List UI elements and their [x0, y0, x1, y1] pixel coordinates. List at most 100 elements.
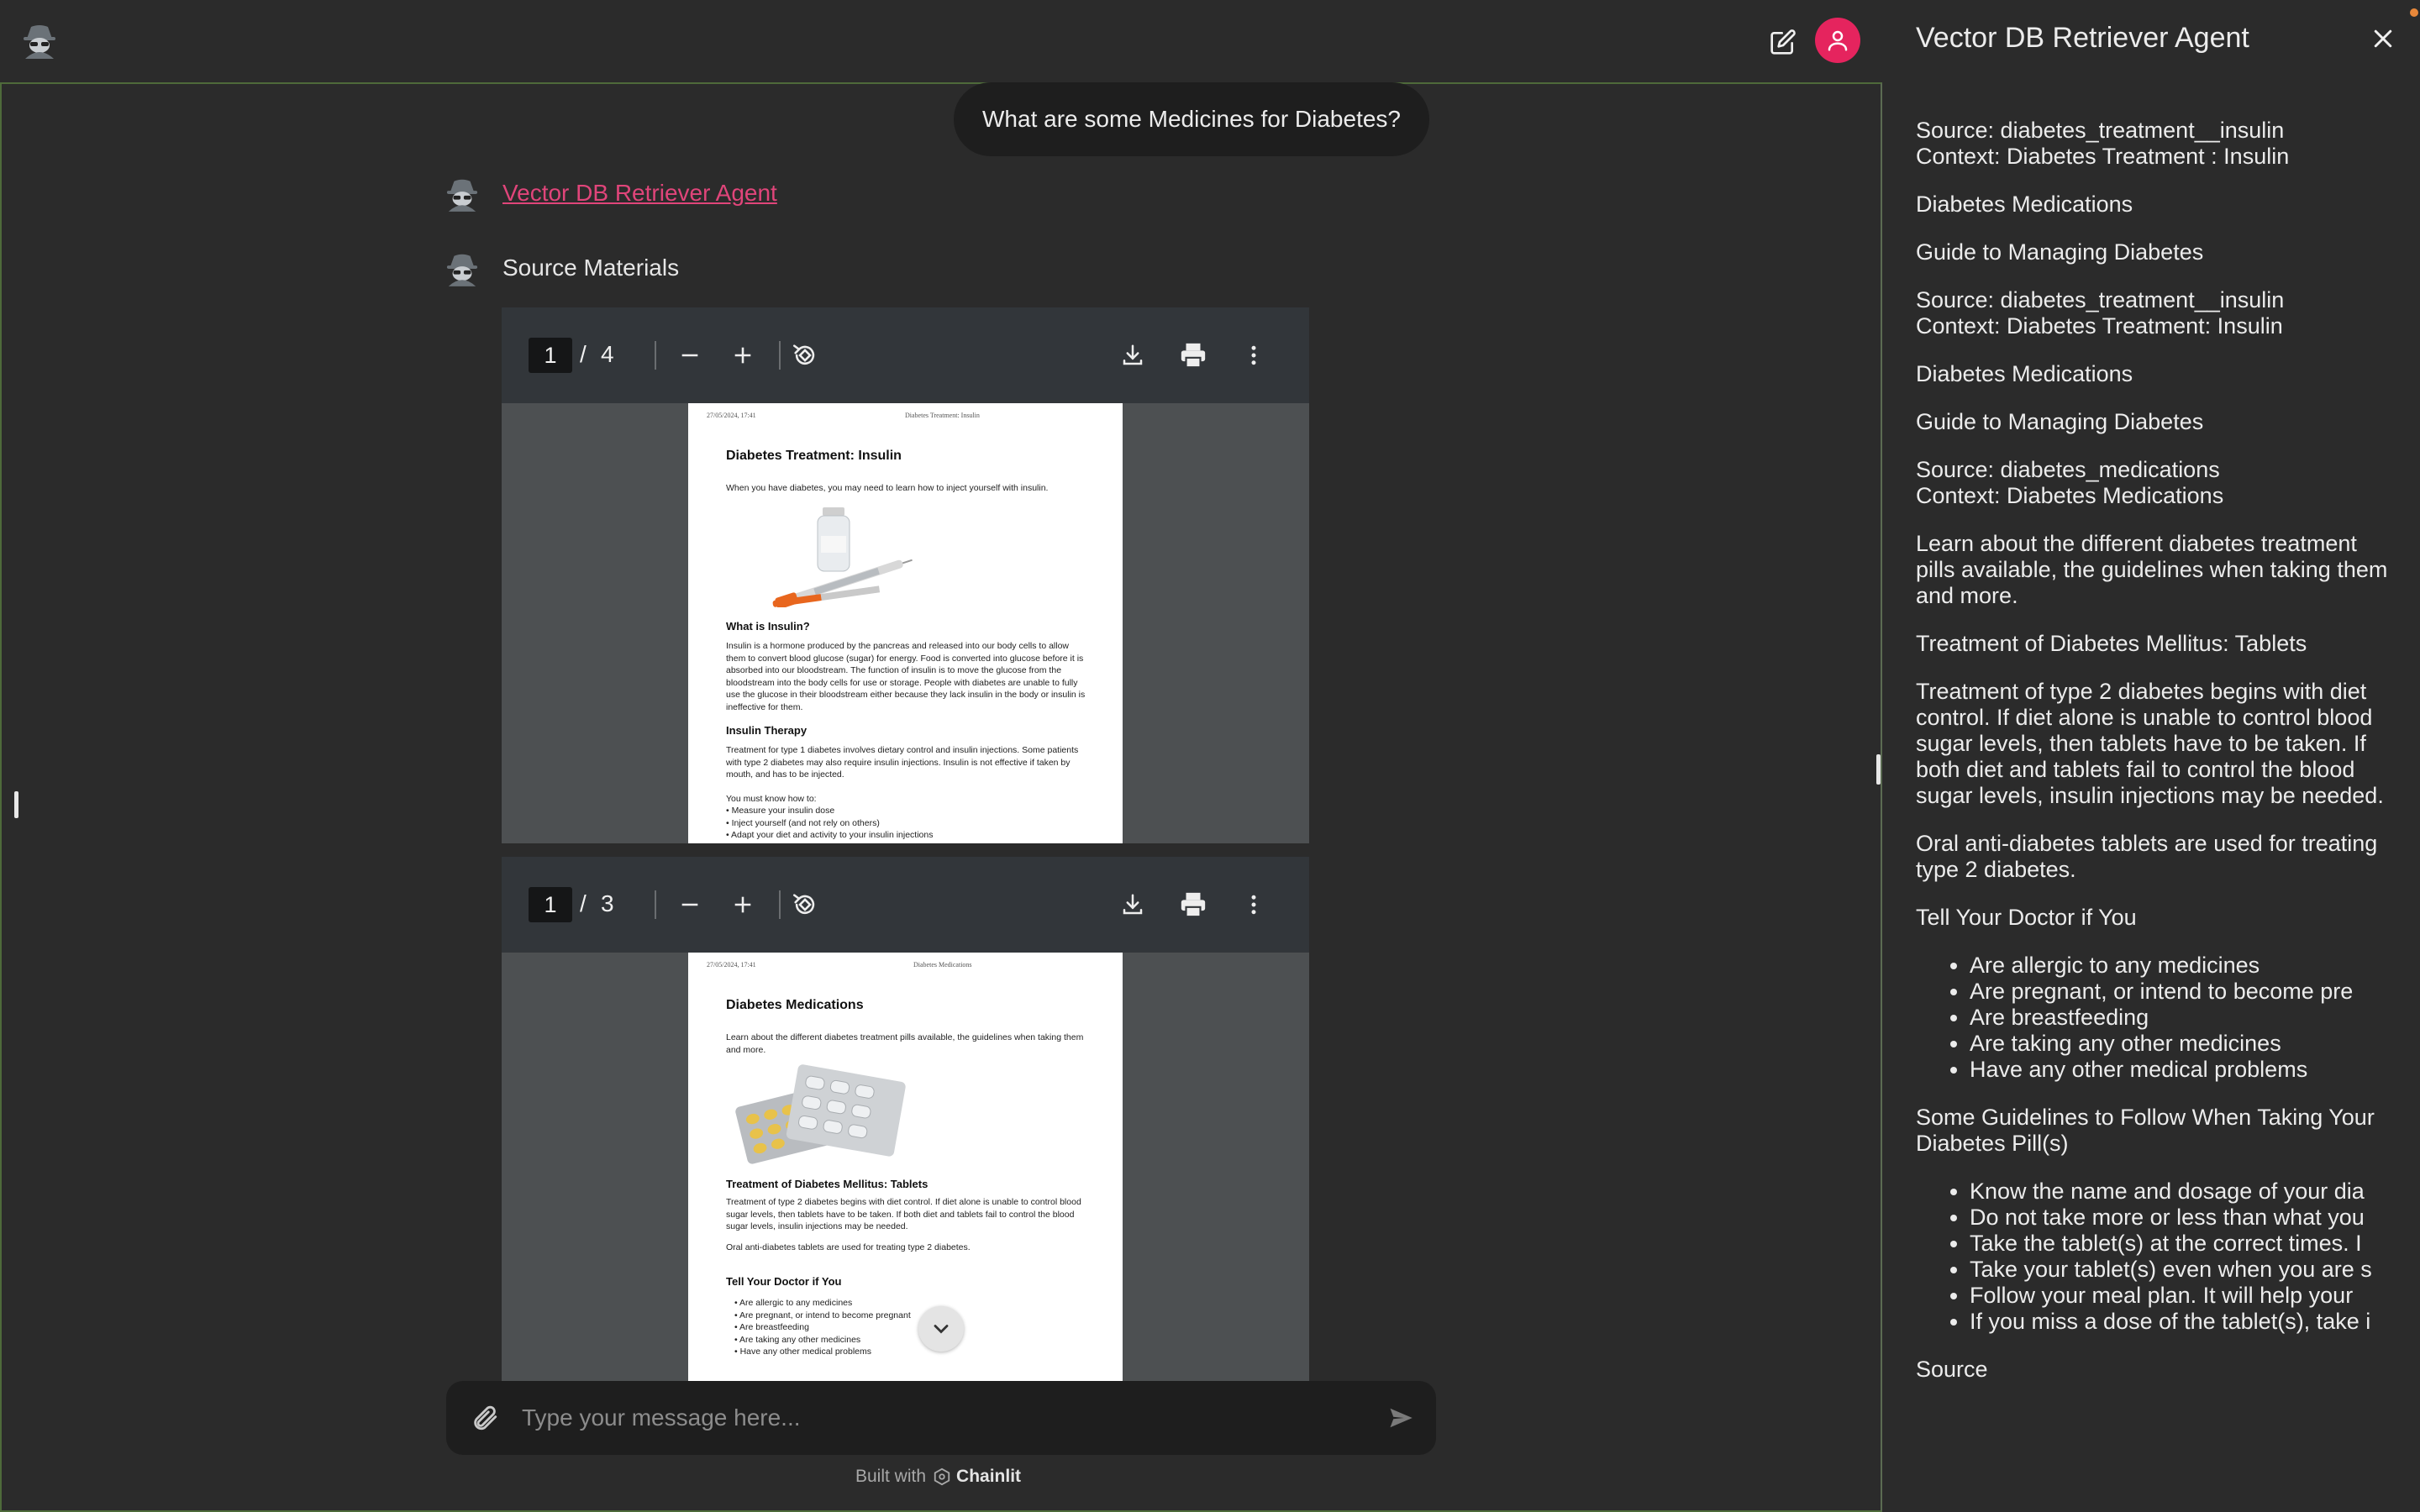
panel-paragraph: Oral anti-diabetes tablets are used for …: [1916, 831, 2378, 882]
panel-title: Vector DB Retriever Agent: [1916, 22, 2249, 54]
rotate-icon: [792, 344, 815, 365]
source-line: Source: diabetes_treatment__insulin: [1916, 287, 2285, 312]
pdf-page: 27/05/2024, 17:41 Diabetes Treatment: In…: [688, 403, 1123, 843]
download-button[interactable]: [1113, 885, 1152, 924]
zoom-out-button[interactable]: [671, 885, 709, 924]
list-item: Have any other medical problems: [734, 1346, 1096, 1358]
pdf-page: 27/05/2024, 17:41 Diabetes Medications D…: [688, 953, 1123, 1381]
step-link[interactable]: Vector DB Retriever Agent: [502, 180, 777, 207]
built-with-footer: Built with Chainlit: [855, 1467, 1021, 1487]
list-item: Take your tablet(s) even when you are s: [1970, 1257, 2391, 1283]
close-icon: [2374, 29, 2392, 48]
panel-paragraph: Treatment of type 2 diabetes begins with…: [1916, 679, 2384, 808]
more-vertical-icon: [1251, 345, 1256, 365]
rotate-button[interactable]: [786, 336, 824, 375]
document-title: Diabetes Medications: [726, 998, 864, 1012]
more-vertical-icon: [1251, 895, 1256, 915]
context-line: Context: Diabetes Medications: [1916, 483, 2224, 508]
source-block: Source: diabetes_medications Context: Di…: [1916, 457, 2391, 509]
section-title: Tell Your Doctor if You: [726, 1275, 842, 1288]
top-bar: [0, 0, 1882, 82]
page-number-input[interactable]: 1: [529, 338, 572, 373]
page-header-title: Diabetes Medications: [913, 961, 972, 969]
download-icon: [1123, 894, 1143, 915]
zoom-out-button[interactable]: [671, 336, 709, 375]
paperclip-icon: [474, 1405, 497, 1431]
document-intro: When you have diabetes, you may need to …: [726, 483, 1049, 493]
page-separator: /: [580, 890, 587, 916]
pill-blister-image: [735, 1064, 906, 1164]
panel-paragraph: Diabetes Medications: [1916, 192, 2133, 217]
bullet-list: Are allergic to any medicines Are pregna…: [734, 1297, 1096, 1358]
zoom-in-button[interactable]: [723, 336, 762, 375]
step-label: Source Materials: [502, 255, 680, 281]
page-separator: /: [580, 341, 587, 367]
chevron-down-icon: [934, 1325, 949, 1334]
section-text: Treatment for type 1 diabetes involves d…: [726, 745, 1079, 780]
print-button[interactable]: [1174, 336, 1213, 375]
chainlit-brand[interactable]: Chainlit: [956, 1467, 1021, 1487]
chainlit-logo-icon: [934, 1467, 950, 1486]
list-item: Take the tablet(s) at the correct times.…: [1970, 1231, 2391, 1257]
section-title: What is Insulin?: [726, 620, 810, 633]
message-input[interactable]: [522, 1396, 1320, 1440]
toolbar-divider: [655, 341, 656, 370]
source-line: Source: diabetes_medications: [1916, 457, 2220, 482]
page-total: 4: [601, 341, 614, 367]
left-resize-handle[interactable]: [14, 791, 18, 818]
page-number-input[interactable]: 1: [529, 887, 572, 922]
panel-paragraph: Guide to Managing Diabetes: [1916, 409, 2204, 434]
pdf-viewer[interactable]: 1 / 3 27/05/2024, 17:41 Diabetes Medicat…: [502, 857, 1309, 1381]
list-item: Do not take more or less than what you: [1970, 1205, 2391, 1231]
step-source-materials: Source Materials: [445, 249, 679, 286]
list-item: Adapt your diet and activity to your ins…: [726, 829, 1087, 842]
section-text: Insulin is a hormone produced by the pan…: [726, 641, 1086, 712]
zoom-in-button[interactable]: [723, 885, 762, 924]
spy-agent-icon: [446, 179, 478, 212]
message-composer: [446, 1381, 1436, 1455]
user-message-bubble: What are some Medicines for Diabetes?: [954, 82, 1429, 156]
section-text: Oral anti-diabetes tablets are used for …: [726, 1242, 971, 1252]
panel-resize-handle[interactable]: [1876, 754, 1881, 785]
send-icon: [1390, 1408, 1413, 1428]
panel-paragraph: Learn about the different diabetes treat…: [1916, 531, 2388, 608]
panel-paragraph: Treatment of Diabetes Mellitus: Tablets: [1916, 631, 2307, 656]
more-options-button[interactable]: [1234, 885, 1273, 924]
page-total: 3: [601, 890, 614, 916]
list-item: Are taking any other medicines: [1970, 1031, 2391, 1057]
send-button[interactable]: [1384, 1401, 1418, 1435]
panel-paragraph: Diabetes Medications: [1916, 361, 2133, 386]
context-line: Context: Diabetes Treatment : Insulin: [1916, 144, 2290, 169]
list-item: Are breastfeeding: [1970, 1005, 2391, 1031]
document-title: Diabetes Treatment: Insulin: [726, 449, 902, 463]
section-text: Treatment of type 2 diabetes begins with…: [726, 1197, 1081, 1231]
list-item: If you miss a dose of the tablet(s), tak…: [1970, 1309, 2391, 1335]
close-panel-button[interactable]: [2366, 22, 2400, 55]
list-intro: You must know how to:: [726, 794, 817, 804]
rotate-button[interactable]: [786, 885, 824, 924]
user-icon: [1828, 30, 1848, 51]
printer-icon: [1181, 343, 1206, 369]
spy-agent-icon: [24, 25, 55, 59]
user-avatar-button[interactable]: [1815, 18, 1860, 63]
page-header-date: 27/05/2024, 17:41: [707, 961, 756, 969]
download-button[interactable]: [1113, 336, 1152, 375]
list-item: Follow your meal plan. It will help your: [1970, 1283, 2391, 1309]
pdf-toolbar: 1 / 3: [502, 857, 1309, 953]
list-item: Are allergic to any medicines: [734, 1297, 1096, 1310]
section-title: Insulin Therapy: [726, 724, 808, 737]
spy-agent-icon: [446, 254, 478, 286]
attach-file-button[interactable]: [466, 1399, 503, 1436]
panel-bullet-list: Are allergic to any medicines Are pregna…: [1970, 953, 2391, 1083]
printer-icon: [1181, 892, 1206, 918]
pdf-viewer[interactable]: 1 / 4 27/05/2024, 17:41 Diabetes Treatme…: [502, 307, 1309, 843]
list-item: Are allergic to any medicines: [1970, 953, 2391, 979]
plus-icon: [734, 896, 751, 913]
print-button[interactable]: [1174, 885, 1213, 924]
scroll-to-bottom-button[interactable]: [918, 1306, 964, 1352]
step-vector-db-retriever[interactable]: Vector DB Retriever Agent: [445, 175, 777, 212]
more-options-button[interactable]: [1234, 336, 1273, 375]
list-item: Are pregnant, or intend to become pregna…: [734, 1310, 1096, 1322]
new-chat-button[interactable]: [1765, 24, 1802, 60]
page-header-title: Diabetes Treatment: Insulin: [905, 412, 980, 419]
